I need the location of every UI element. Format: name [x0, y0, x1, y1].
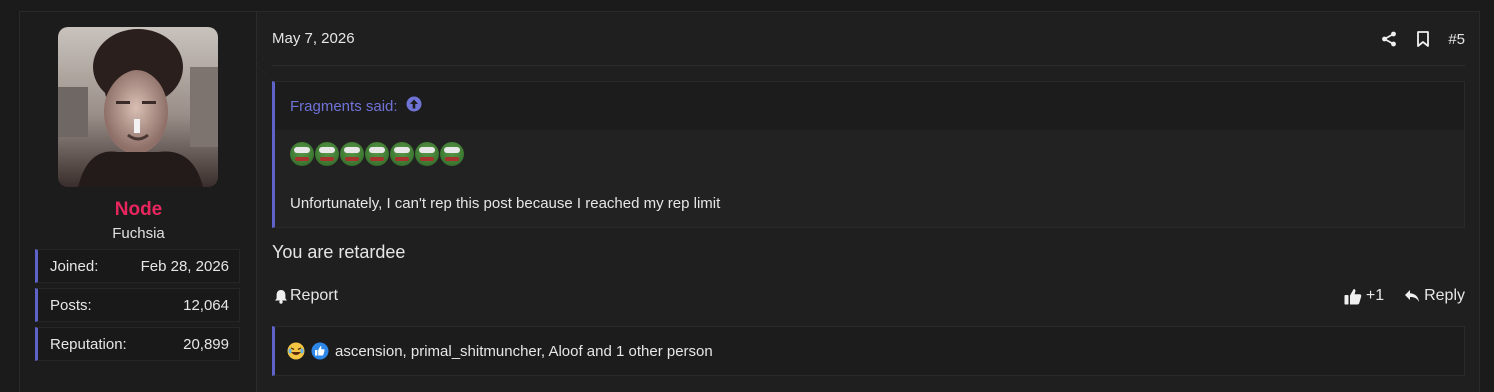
like-button[interactable]: +1 [1344, 287, 1384, 305]
stat-posts: Posts: 12,064 [35, 288, 240, 322]
reply-label: Reply [1424, 287, 1465, 304]
header-divider [272, 65, 1465, 66]
post-actions: Report +1 Reply [272, 286, 1465, 310]
report-label: Report [290, 287, 339, 304]
stat-reputation: Reputation: 20,899 [35, 327, 240, 361]
right-actions: +1 Reply [1344, 287, 1465, 305]
thumbs-up-icon [1344, 288, 1362, 304]
stat-label: Joined: [50, 258, 99, 275]
pepe-laugh-emoji [290, 142, 314, 166]
stat-label: Posts: [50, 297, 92, 314]
like-count: +1 [1365, 287, 1385, 304]
like-reaction-icon [311, 342, 329, 360]
report-button[interactable]: Report [274, 287, 338, 305]
laughing-face-icon [287, 342, 305, 360]
reactions-text[interactable]: ascension, primal_shitmuncher, Aloof and… [335, 343, 713, 360]
arrow-up-circle-icon[interactable] [406, 96, 422, 116]
reactions-bar[interactable]: ascension, primal_shitmuncher, Aloof and… [272, 326, 1465, 376]
stat-label: Reputation: [50, 336, 127, 353]
pepe-laugh-emoji [365, 142, 389, 166]
quote-author[interactable]: Fragments said: [290, 98, 398, 115]
stat-value: 12,064 [183, 297, 229, 314]
bookmark-icon[interactable] [1412, 28, 1434, 50]
pepe-laugh-emoji [315, 142, 339, 166]
post-header-actions: #5 [1378, 28, 1465, 50]
stat-joined: Joined: Feb 28, 2026 [35, 249, 240, 283]
username[interactable]: Node [20, 199, 257, 221]
pepe-laugh-emoji [415, 142, 439, 166]
quote-header: Fragments said: [275, 82, 1464, 130]
post-main: May 7, 2026 #5 Fragments said: Unfortuna… [257, 12, 1479, 392]
post-container: Node Fuchsia Joined: Feb 28, 2026 Posts:… [19, 11, 1480, 392]
quote-block: Fragments said: Unfortunately, I can't r… [272, 81, 1465, 228]
stat-value: Feb 28, 2026 [140, 258, 229, 275]
post-number[interactable]: #5 [1448, 31, 1465, 48]
reply-button[interactable]: Reply [1404, 287, 1465, 305]
pepe-laugh-emoji [440, 142, 464, 166]
user-title: Fuchsia [112, 225, 165, 242]
stat-value: 20,899 [183, 336, 229, 353]
user-sidebar: Node Fuchsia Joined: Feb 28, 2026 Posts:… [20, 12, 257, 392]
pepe-laugh-emoji [390, 142, 414, 166]
quote-body: Unfortunately, I can't rep this post bec… [275, 130, 1464, 227]
quote-text: Unfortunately, I can't rep this post bec… [290, 195, 721, 212]
post-date[interactable]: May 7, 2026 [272, 30, 355, 47]
reply-icon [1405, 290, 1420, 302]
post-message: You are retardee [272, 242, 406, 262]
avatar[interactable] [58, 27, 218, 187]
share-icon[interactable] [1378, 28, 1400, 50]
bell-icon [275, 289, 287, 304]
emoji-row [290, 142, 464, 166]
pepe-laugh-emoji [340, 142, 364, 166]
